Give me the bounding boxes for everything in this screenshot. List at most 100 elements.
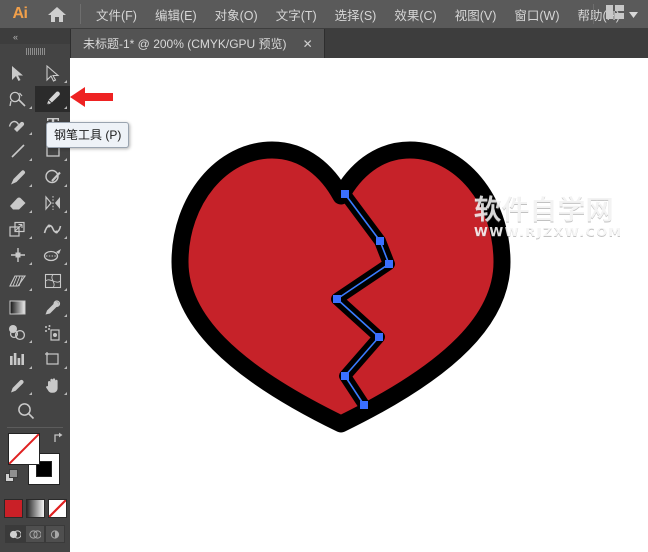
tool-shape-builder[interactable] [35, 242, 70, 268]
anchor-point[interactable] [385, 260, 393, 268]
menu-object[interactable]: 对象(O) [206, 1, 267, 28]
anchor-point[interactable] [333, 295, 341, 303]
workspace-layout-icon [606, 5, 624, 24]
anchor-point[interactable] [375, 333, 383, 341]
menu-file[interactable]: 文件(F) [87, 1, 146, 28]
tool-tooltip: 钢笔工具 (P) [46, 122, 129, 148]
tool-zoom[interactable] [0, 398, 70, 424]
app-logo-icon: Ai [0, 0, 40, 28]
tool-group-indicator [64, 184, 67, 187]
collapse-panel-icon[interactable]: « [4, 30, 26, 44]
tool-perspective-grid[interactable] [0, 268, 35, 294]
tool-group-indicator [64, 366, 67, 369]
tool-selection[interactable] [0, 60, 35, 86]
tools-panel [0, 44, 70, 552]
illustrator-window: Ai 文件(F) 编辑(E) 对象(O) 文字(T) 选择(S) 效果(C) 视… [0, 0, 648, 552]
anchor-point[interactable] [360, 401, 368, 409]
tool-group-indicator [29, 392, 32, 395]
workspace-switcher[interactable] [600, 2, 644, 27]
tool-artboard[interactable] [35, 346, 70, 372]
document-tab-bar: 未标题-1* @ 200% (CMYK/GPU 预览) ✕ [0, 28, 648, 58]
tool-group-indicator [64, 288, 67, 291]
tool-shaper[interactable] [35, 164, 70, 190]
tool-group-indicator [64, 340, 67, 343]
tool-gradient[interactable] [0, 294, 35, 320]
tool-pen[interactable] [35, 86, 70, 112]
tool-curvature[interactable] [0, 112, 35, 138]
tool-width[interactable] [35, 216, 70, 242]
chevron-down-icon [629, 5, 638, 23]
menu-edit[interactable]: 编辑(E) [146, 1, 206, 28]
tool-magic-wand[interactable] [0, 86, 35, 112]
tool-group-indicator [64, 158, 67, 161]
tool-group-indicator [64, 210, 67, 213]
tool-group-indicator [64, 106, 67, 109]
menu-type[interactable]: 文字(T) [267, 1, 326, 28]
draw-behind-mode[interactable] [25, 525, 45, 543]
tool-eraser[interactable] [0, 190, 35, 216]
tool-group-indicator [29, 236, 32, 239]
toolbar-drag-handle[interactable] [0, 44, 70, 58]
fill-swatch[interactable] [8, 433, 40, 465]
tool-group-indicator [29, 158, 32, 161]
none-swatch[interactable] [48, 499, 67, 518]
color-mode-swatches [0, 499, 70, 518]
menu-effect[interactable]: 效果(C) [385, 1, 445, 28]
tool-group-indicator [29, 366, 32, 369]
broken-heart-illustration [70, 58, 648, 552]
tool-group-indicator [64, 392, 67, 395]
default-fill-stroke-icon[interactable] [5, 469, 19, 488]
document-tab[interactable]: 未标题-1* @ 200% (CMYK/GPU 预览) ✕ [70, 29, 325, 58]
tool-rotate[interactable] [35, 190, 70, 216]
tool-hand[interactable] [35, 372, 70, 398]
menubar-divider-right [593, 4, 594, 24]
menubar-right-controls [587, 0, 644, 28]
tool-group-indicator [29, 184, 32, 187]
menu-item-list: 文件(F) 编辑(E) 对象(O) 文字(T) 选择(S) 效果(C) 视图(V… [87, 1, 629, 28]
tool-slice[interactable] [0, 372, 35, 398]
tool-group-indicator [64, 236, 67, 239]
tool-group-indicator [29, 340, 32, 343]
anchor-point[interactable] [341, 190, 349, 198]
tool-group-indicator [29, 288, 32, 291]
draw-normal-mode[interactable] [5, 525, 25, 543]
tool-grid [0, 58, 70, 398]
tool-group-indicator [29, 262, 32, 265]
menu-window[interactable]: 窗口(W) [505, 1, 568, 28]
tool-symbol-sprayer[interactable] [35, 320, 70, 346]
tool-column-graph[interactable] [0, 346, 35, 372]
tool-group-indicator [29, 106, 32, 109]
toolbar-divider [7, 427, 63, 428]
draw-inside-mode[interactable] [45, 525, 65, 543]
tool-group-indicator [64, 80, 67, 83]
tool-scale[interactable] [0, 216, 35, 242]
tool-mesh[interactable] [35, 268, 70, 294]
artboard-canvas[interactable]: 软件自学网 WWW.RJZXW.COM [70, 58, 648, 552]
home-icon[interactable] [40, 0, 74, 28]
fill-stroke-controls [0, 431, 70, 493]
color-swatch[interactable] [4, 499, 23, 518]
tool-group-indicator [29, 210, 32, 213]
gradient-swatch[interactable] [26, 499, 45, 518]
tool-blend[interactable] [0, 320, 35, 346]
menu-view[interactable]: 视图(V) [446, 1, 506, 28]
swap-fill-stroke-icon[interactable] [52, 431, 65, 447]
red-arrow-annotation [70, 84, 114, 115]
tool-group-indicator [64, 262, 67, 265]
menubar-divider [80, 4, 81, 24]
tool-direct-selection[interactable] [35, 60, 70, 86]
tool-free-transform[interactable] [0, 242, 35, 268]
tool-group-indicator [64, 314, 67, 317]
none-indicator-icon [9, 434, 39, 464]
tool-group-indicator [29, 132, 32, 135]
tool-eyedropper[interactable] [35, 294, 70, 320]
tool-paintbrush[interactable] [0, 164, 35, 190]
tool-line-segment[interactable] [0, 138, 35, 164]
anchor-point[interactable] [376, 237, 384, 245]
drawing-modes [0, 525, 70, 543]
menu-select[interactable]: 选择(S) [326, 1, 386, 28]
close-icon[interactable]: ✕ [300, 36, 316, 52]
menu-bar: Ai 文件(F) 编辑(E) 对象(O) 文字(T) 选择(S) 效果(C) 视… [0, 0, 648, 28]
anchor-point[interactable] [341, 372, 349, 380]
document-tab-title: 未标题-1* @ 200% (CMYK/GPU 预览) [83, 35, 287, 52]
